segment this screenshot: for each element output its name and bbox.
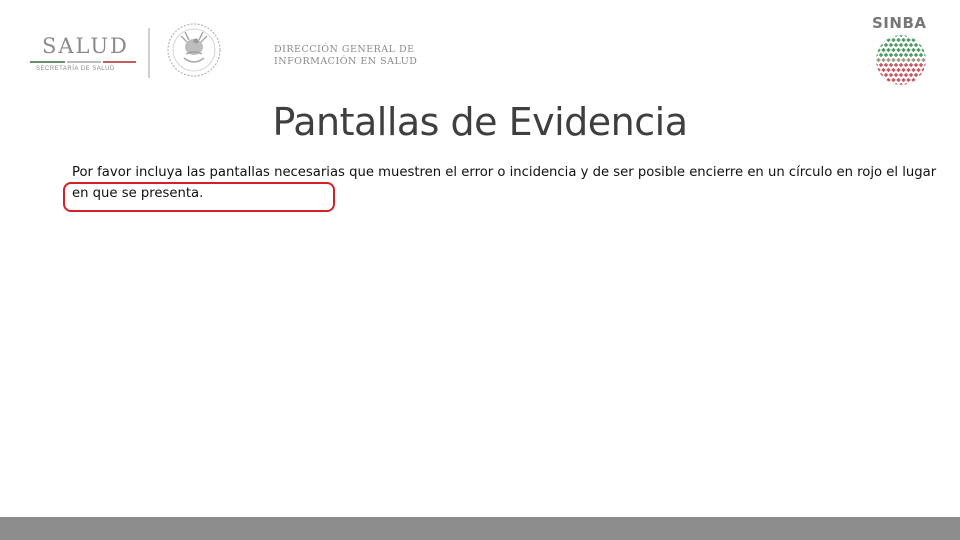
dgis-line-1: DIRECCIÓN GENERAL DE: [274, 44, 415, 55]
sinba-logo-word: SINBA: [872, 14, 927, 32]
salud-logo-word: SALUD: [42, 34, 129, 58]
header-divider: [148, 28, 150, 78]
dgis-label: DIRECCIÓN GENERAL DE INFORMACIÓN EN SALU…: [274, 44, 417, 68]
salud-logo-color-lines: [30, 61, 136, 64]
seal-icon: [165, 20, 223, 80]
red-highlight-circle: [63, 182, 335, 212]
slide-title: Pantallas de Evidencia: [272, 100, 689, 144]
salud-logo: SALUD SECRETARÍA DE SALUD: [30, 34, 140, 78]
footer-bar: [0, 517, 960, 540]
header: SALUD SECRETARÍA DE SALUD DIRECCIÓN GENE…: [0, 0, 960, 100]
dgis-line-2: INFORMACIÓN EN SALUD: [274, 56, 418, 67]
sinba-logo: SINBA: [868, 12, 934, 88]
sinba-globe-icon: [875, 34, 927, 86]
salud-logo-subtitle: SECRETARÍA DE SALUD: [36, 66, 115, 72]
